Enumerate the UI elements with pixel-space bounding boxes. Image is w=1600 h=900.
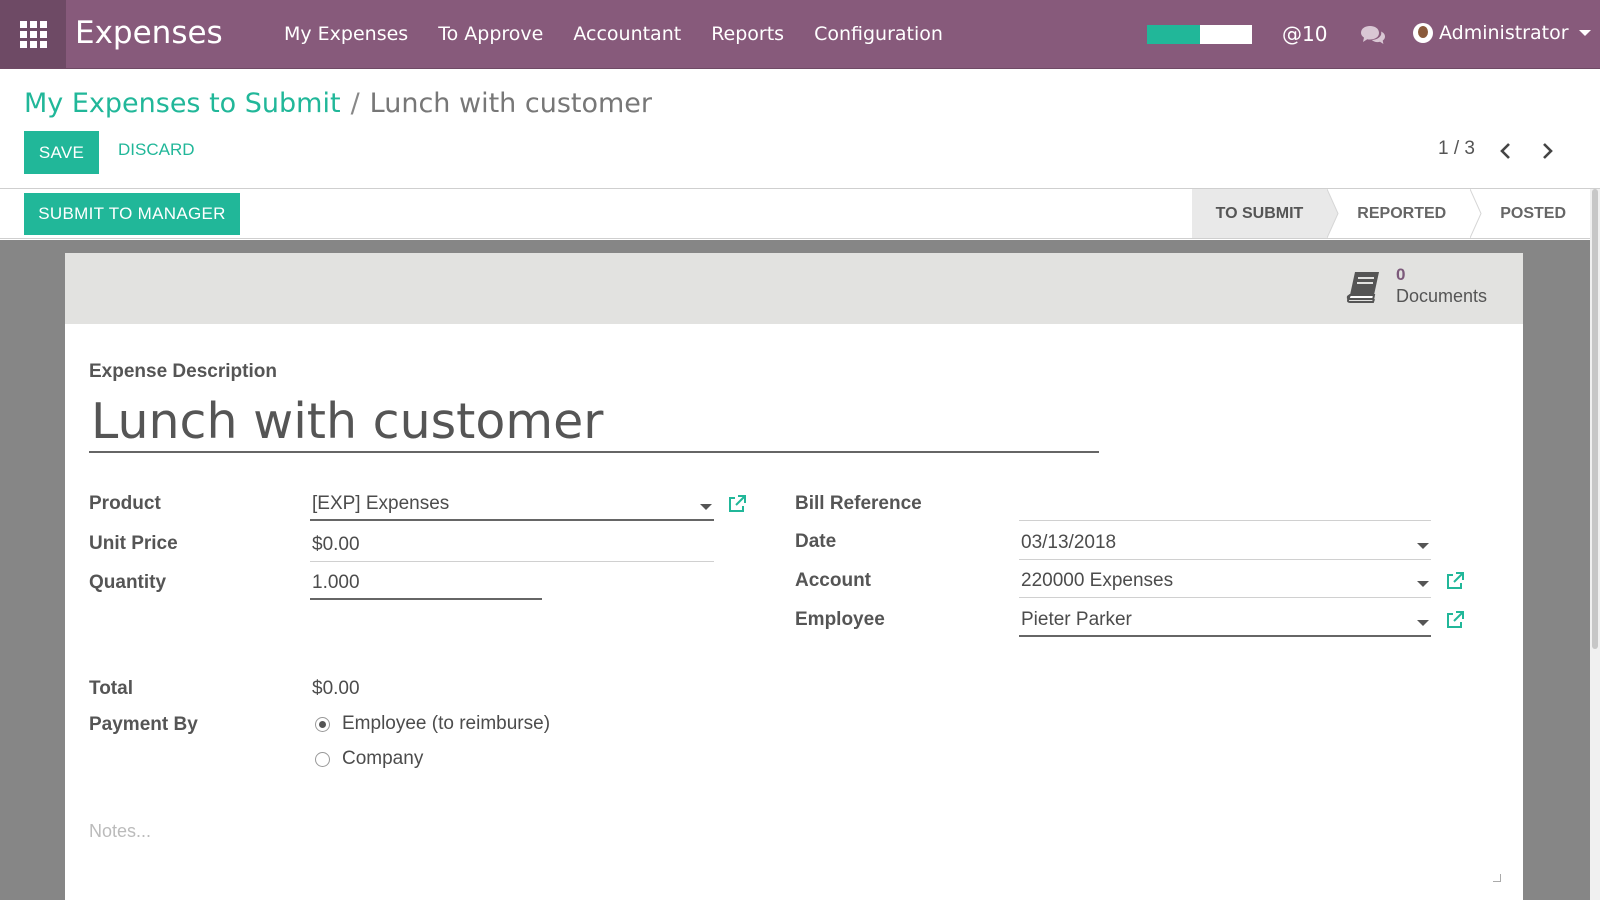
total-value: $0.00 [312,678,360,699]
menu-my-expenses[interactable]: My Expenses [284,23,408,45]
date-value: 03/13/2018 [1021,532,1117,553]
caret-down-icon [700,504,712,510]
date-field[interactable]: 03/13/2018 [1019,528,1431,560]
expense-description-input[interactable] [89,391,1099,453]
external-link-icon[interactable] [1445,571,1465,591]
quantity-label: Quantity [89,572,167,593]
account-field[interactable]: 220000 Expenses [1019,566,1431,598]
stage-to-submit[interactable]: TO SUBMIT [1191,189,1339,238]
form-statusbar: SUBMIT TO MANAGER TO SUBMIT REPORTED POS… [0,189,1590,239]
documents-count: 0 [1395,265,1406,284]
main-menu: My Expenses To Approve Accountant Report… [284,0,973,68]
radio-unchecked-icon [315,751,330,767]
progress-fill [1147,25,1200,44]
caret-down-icon [1417,620,1429,626]
unit-price-field[interactable]: $0.00 [310,530,714,562]
breadcrumb-separator: / [350,88,360,119]
product-label: Product [89,493,161,514]
chat-bubbles-icon[interactable] [1360,25,1386,45]
stage-pipeline: TO SUBMIT REPORTED POSTED [1191,189,1590,238]
radio-label: Employee (to reimburse) [342,713,551,734]
chevron-right-icon[interactable] [1537,141,1557,161]
stage-arrow-icon [1327,189,1339,238]
quantity-value: 1.000 [312,572,360,593]
external-link-icon[interactable] [727,494,747,514]
payment-radio-employee[interactable]: Employee (to reimburse) [315,713,550,735]
caret-down-icon [1417,543,1429,549]
product-value: [EXP] Expenses [312,493,450,514]
menu-accountant[interactable]: Accountant [573,23,681,45]
product-field[interactable]: [EXP] Expenses [310,489,714,521]
user-name: Administrator [1439,22,1569,44]
book-icon [1346,272,1379,303]
account-label: Account [795,570,871,591]
apps-menu-button[interactable] [0,0,66,68]
mentions-counter[interactable]: @10 [1282,22,1327,46]
caret-down-icon [1417,581,1429,587]
breadcrumb-current: Lunch with customer [369,88,653,119]
radio-checked-icon [315,716,330,732]
user-menu[interactable]: Administrator [1413,22,1591,44]
app-title: Expenses [75,15,223,51]
discard-button[interactable]: DISCARD [118,140,195,160]
documents-label: Documents [1395,286,1487,306]
top-navbar: Expenses My Expenses To Approve Accounta… [0,0,1600,69]
menu-configuration[interactable]: Configuration [814,23,943,45]
employee-field[interactable]: Pieter Parker [1019,605,1431,637]
stage-label: REPORTED [1357,205,1447,222]
unit-price-value: $0.00 [312,534,360,555]
pager-value: 1 / 3 [1438,138,1475,159]
breadcrumb: My Expenses to Submit / Lunch with custome… [24,88,652,119]
breadcrumb-parent[interactable]: My Expenses to Submit [24,88,341,119]
scrollbar-thumb[interactable] [1592,189,1598,649]
radio-label: Company [342,748,424,769]
date-label: Date [795,531,837,552]
quantity-field[interactable]: 1.000 [310,568,542,600]
stage-label: TO SUBMIT [1215,205,1304,222]
chevron-down-icon [1578,30,1591,36]
scrollbar[interactable] [1590,189,1600,900]
avatar [1413,23,1433,43]
expense-description-label: Expense Description [89,361,277,382]
menu-reports[interactable]: Reports [711,23,784,45]
account-value: 220000 Expenses [1021,570,1174,591]
bill-reference-field[interactable] [1019,489,1431,521]
stage-arrow-icon [1470,189,1482,238]
documents-button[interactable]: 0 Documents [1346,265,1487,307]
onboarding-progress-bar[interactable] [1147,25,1252,44]
total-label: Total [89,678,133,699]
form-sheet: 0 Documents Expense Description Product … [65,253,1523,900]
chevron-left-icon[interactable] [1496,141,1516,161]
menu-to-approve[interactable]: To Approve [438,23,543,45]
unit-price-label: Unit Price [89,533,178,554]
stage-posted[interactable]: POSTED [1470,189,1590,238]
stage-reported[interactable]: REPORTED [1327,189,1482,238]
payment-by-label: Payment By [89,714,198,735]
submit-to-manager-button[interactable]: SUBMIT TO MANAGER [24,193,240,235]
apps-grid-icon [19,20,47,48]
notes-field[interactable]: Notes... [89,821,1469,861]
employee-label: Employee [795,609,885,630]
smart-button-box: 0 Documents [65,253,1523,324]
payment-radio-company[interactable]: Company [315,748,423,770]
resize-grip-icon[interactable] [1493,874,1501,882]
external-link-icon[interactable] [1445,610,1465,630]
employee-value: Pieter Parker [1021,609,1132,630]
bill-reference-label: Bill Reference [795,493,922,514]
stage-label: POSTED [1500,205,1566,222]
save-button[interactable]: SAVE [24,131,99,174]
